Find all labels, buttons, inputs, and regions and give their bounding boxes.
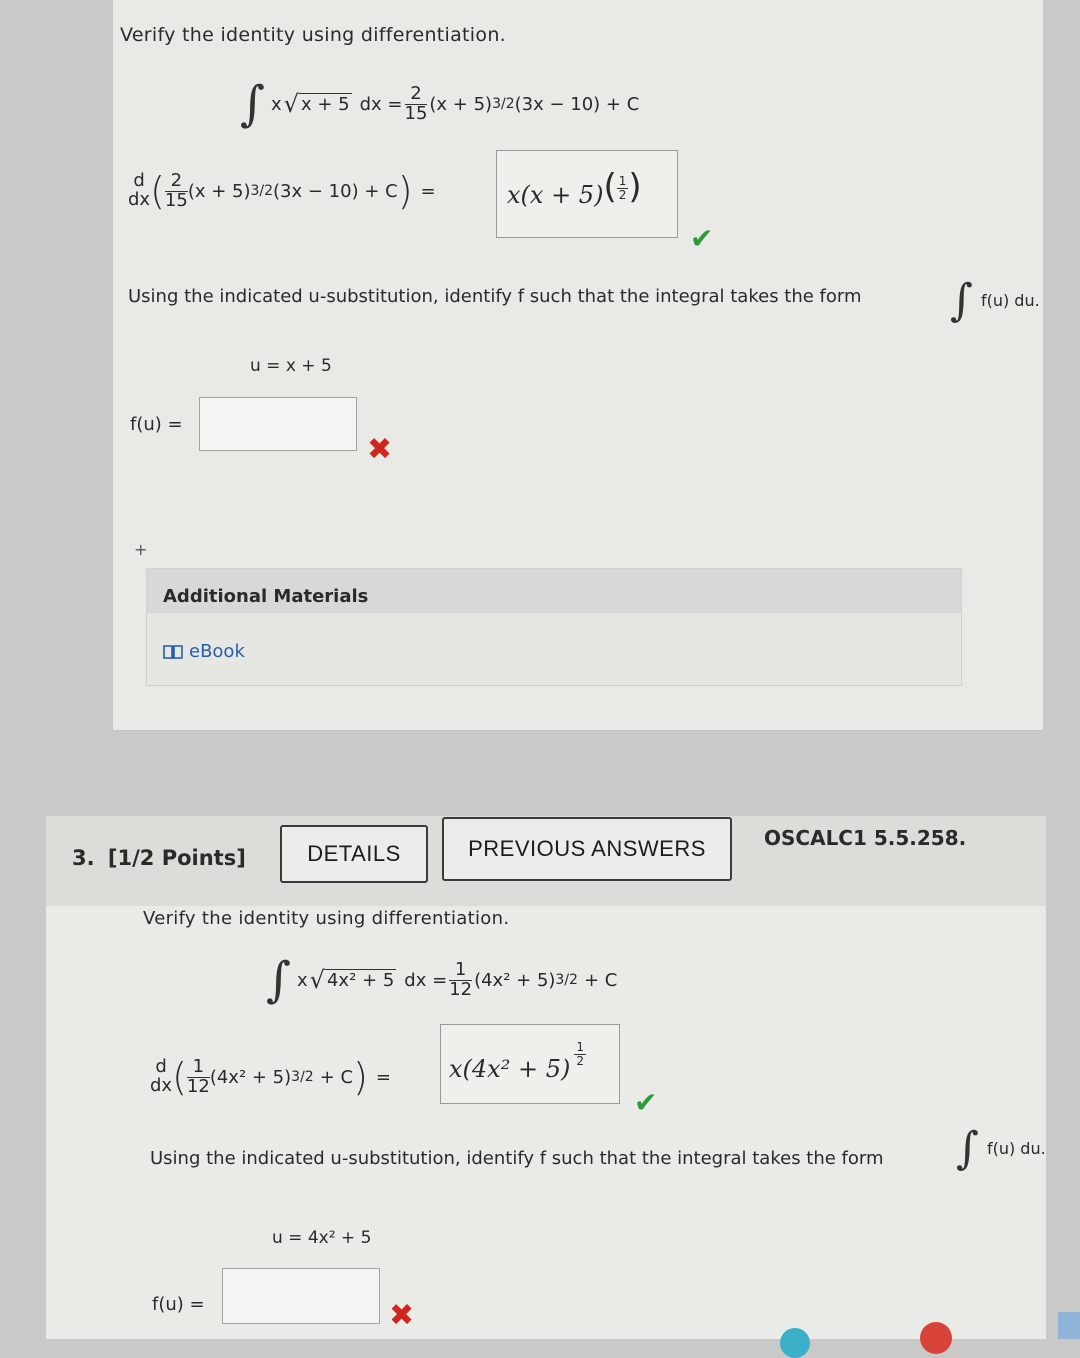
x-mark-icon: ✖ (389, 1298, 415, 1333)
right-paren: ) (353, 1055, 368, 1099)
rhs-base: (x + 5) (429, 93, 493, 115)
integral-form: ∫ f(u) du. (950, 272, 1040, 328)
check-icon: ✔ (634, 1086, 658, 1119)
right-paren: ) (397, 169, 413, 213)
rhs-numerator-3: 1 (449, 960, 473, 981)
answer-expression: x(x + 5) (507, 181, 604, 209)
integrand-radicand-3: 4x² + 5 (324, 969, 397, 991)
question-heading: Verify the identity using differentiatio… (120, 24, 506, 46)
exp-right-paren: ) (628, 167, 642, 207)
deriv-dx-3: dx (150, 1075, 173, 1096)
integral-icon: ∫ (266, 952, 292, 1008)
fu-input[interactable] (199, 397, 357, 451)
deriv-exponent: 3/2 (250, 183, 274, 199)
equals-sign-3: = (375, 1066, 391, 1088)
rhs-numerator: 2 (404, 84, 428, 105)
fu-label-3: f(u) = (152, 1294, 205, 1315)
book-icon (163, 644, 183, 659)
integrand-x-3: x (297, 969, 308, 991)
rhs-denominator-3: 12 (449, 978, 473, 1000)
integrand-x: x (271, 93, 282, 115)
deriv-tail-3: + C (319, 1066, 354, 1088)
u-definition-3: u = 4x² + 5 (272, 1228, 372, 1248)
form-text: f(u) du. (980, 290, 1040, 310)
u-definition: u = x + 5 (250, 356, 332, 376)
answer-expression-3: x(4x² + 5) (449, 1055, 571, 1083)
additional-materials-title: Additional Materials (163, 586, 369, 607)
rhs-exponent-3: 3/2 (555, 972, 578, 988)
left-paren: ( (172, 1055, 187, 1099)
exp-left-paren: ( (603, 167, 617, 207)
check-icon: ✔ (690, 222, 714, 255)
previous-answers-button[interactable]: PREVIOUS ANSWERS (442, 817, 732, 881)
integrand-radicand: x + 5 (298, 93, 352, 115)
usub-instruction: Using the indicated u-substitution, iden… (128, 286, 862, 307)
form-text-3: f(u) du. (986, 1138, 1046, 1158)
additional-materials-header: Additional Materials (147, 569, 961, 613)
deriv-numerator-3: 1 (186, 1057, 210, 1078)
grid-icon (1058, 1312, 1080, 1339)
deriv-base-3: (4x² + 5) (209, 1066, 292, 1088)
answer-exp-denominator: 2 (618, 187, 627, 202)
deriv-base: (x + 5) (187, 180, 251, 202)
integral-icon: ∫ (950, 274, 973, 326)
usub-instruction-3: Using the indicated u-substitution, iden… (150, 1148, 884, 1169)
chrome-icon (920, 1322, 952, 1354)
rhs-exponent: 3/2 (492, 96, 515, 112)
x-mark-icon: ✖ (367, 432, 393, 467)
integral-icon: ∫ (240, 76, 266, 132)
deriv-numerator: 2 (164, 171, 188, 192)
fu-label: f(u) = (130, 414, 183, 435)
equals-sign: = (420, 180, 436, 202)
question-heading-3: Verify the identity using differentiatio… (143, 908, 510, 929)
problem-code: OSCALC1 5.5.258. (764, 826, 967, 850)
points-label: [1/2 Points] (107, 846, 246, 870)
fu-input-3[interactable] (222, 1268, 380, 1324)
left-paren: ( (150, 169, 165, 213)
deriv-denominator-3: 12 (186, 1075, 210, 1097)
integral-icon: ∫ (956, 1122, 979, 1174)
ebook-link[interactable]: eBook (163, 641, 245, 662)
rhs-tail-3: + C (583, 969, 618, 991)
deriv-exponent-3: 3/2 (291, 1069, 314, 1085)
derivative-answer-box-3[interactable]: x(4x² + 5) 1 2 (440, 1024, 620, 1104)
sqrt-icon: √ (309, 966, 325, 994)
taskbar-app-icon (780, 1328, 810, 1358)
rhs-tail: (3x − 10) + C (514, 93, 640, 115)
deriv-dx: dx (128, 189, 151, 210)
additional-materials-panel: Additional Materials eBook (146, 568, 962, 686)
dx-label: dx = (359, 93, 403, 115)
answer-exp-numerator: 1 (616, 174, 629, 189)
rhs-base-3: (4x² + 5) (474, 969, 556, 991)
derivative-equation-3: d dx ( 1 12 (4x² + 5) 3/2 + C ) = (150, 1052, 399, 1102)
identity-equation: ∫ x √ x + 5 dx = 2 15 (x + 5) 3/2 (3x − … (240, 74, 639, 134)
sqrt-icon: √ (283, 90, 299, 118)
rhs-denominator: 15 (404, 102, 428, 124)
integral-form-3: ∫ f(u) du. (956, 1120, 1046, 1176)
question-number-text: 3. (72, 846, 95, 870)
answer-exp-numerator-3: 1 (574, 1040, 586, 1055)
details-button[interactable]: DETAILS (280, 825, 428, 883)
deriv-tail: (3x − 10) + C (273, 180, 398, 202)
derivative-answer-box[interactable]: x(x + 5) ( 1 2 ) (496, 150, 678, 238)
derivative-equation: d dx ( 2 15 (x + 5) 3/2 (3x − 10) + C ) … (128, 166, 444, 216)
ebook-label: eBook (189, 641, 245, 662)
deriv-denominator: 15 (164, 189, 188, 211)
identity-equation-3: ∫ x √ 4x² + 5 dx = 1 12 (4x² + 5) 3/2 + … (266, 950, 617, 1010)
question-number: 3. [1/2 Points] (72, 846, 246, 870)
expand-plus-icon[interactable]: + (134, 540, 147, 559)
dx-label-3: dx = (404, 969, 448, 991)
answer-exp-denominator-3: 2 (576, 1053, 584, 1068)
